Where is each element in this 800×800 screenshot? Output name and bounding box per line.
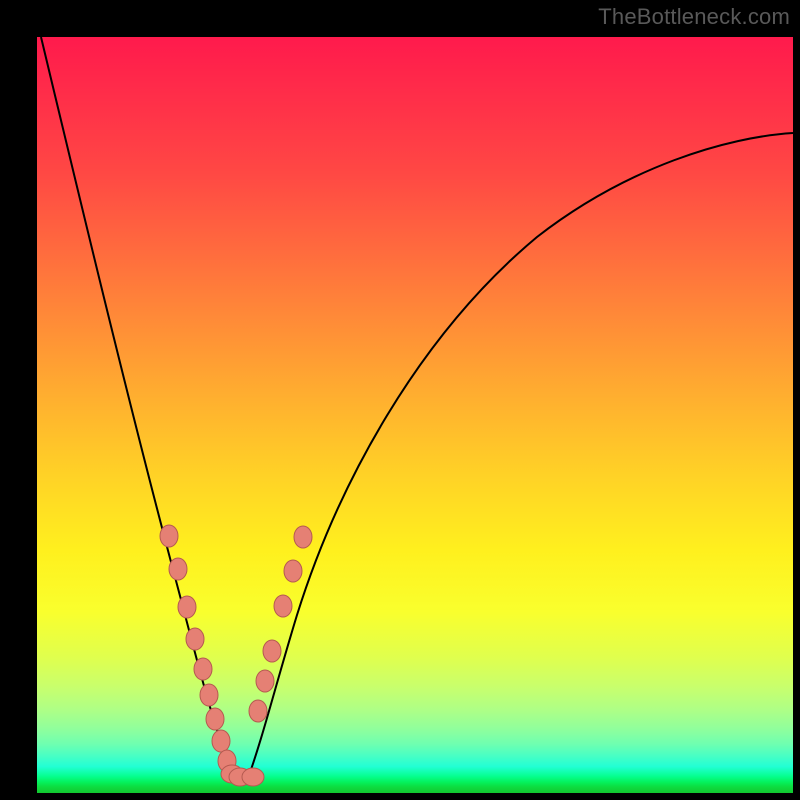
- bead-markers: [160, 525, 312, 786]
- plot-frame: [37, 37, 793, 793]
- bottleneck-curve-right: [247, 133, 793, 781]
- watermark-text: TheBottleneck.com: [598, 4, 790, 30]
- curve-layer: [37, 37, 793, 793]
